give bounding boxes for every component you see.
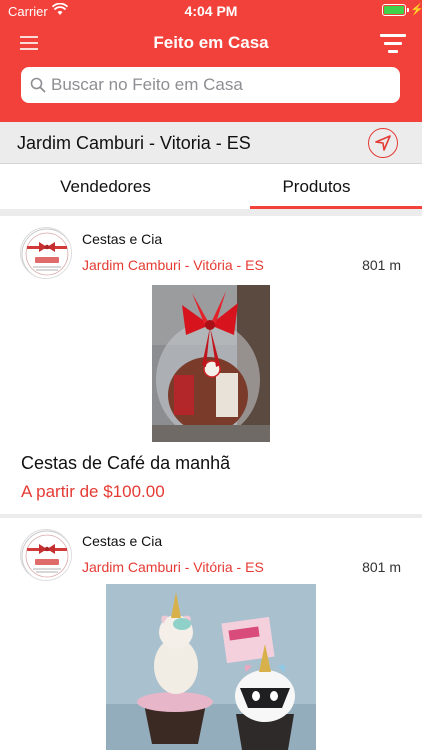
status-bar: Carrier 4:04 PM ⚡ bbox=[0, 0, 422, 22]
filter-icon[interactable] bbox=[380, 33, 406, 53]
product-photo[interactable] bbox=[106, 584, 316, 750]
battery-icon: ⚡ bbox=[382, 4, 422, 17]
page-title: Feito em Casa bbox=[153, 33, 269, 52]
vendor-name: Cestas e Cia bbox=[82, 231, 163, 247]
product-price: A partir de $100.00 bbox=[21, 482, 165, 501]
current-location: Jardim Camburi - Vitoria - ES bbox=[17, 133, 251, 153]
tab-vendedores[interactable]: Vendedores bbox=[0, 164, 211, 209]
tab-produtos[interactable]: Produtos bbox=[211, 164, 422, 209]
status-time: 4:04 PM bbox=[184, 3, 238, 19]
location-bar: Jardim Camburi - Vitoria - ES bbox=[0, 122, 422, 164]
product-title: Cestas de Café da manhã bbox=[21, 453, 231, 473]
search-icon bbox=[30, 77, 46, 93]
vendor-avatar bbox=[20, 227, 72, 279]
tab-bar: Vendedores Produtos bbox=[0, 164, 422, 209]
active-tab-indicator bbox=[250, 206, 422, 209]
vendor-name: Cestas e Cia bbox=[82, 533, 163, 549]
search-input[interactable] bbox=[51, 67, 391, 103]
product-card[interactable]: Cestas e Cia Jardim Camburi - Vitória - … bbox=[0, 518, 422, 750]
distance-label: 801 m bbox=[362, 559, 401, 575]
distance-label: 801 m bbox=[362, 257, 401, 273]
vendor-avatar bbox=[20, 529, 72, 581]
app-header: Carrier 4:04 PM ⚡ Feito em Casa bbox=[0, 0, 422, 122]
search-bar[interactable] bbox=[21, 67, 400, 103]
location-arrow-icon[interactable] bbox=[368, 128, 398, 158]
product-card[interactable]: Cestas e Cia Jardim Camburi - Vitória - … bbox=[0, 216, 422, 514]
product-photo[interactable] bbox=[152, 285, 270, 442]
vendor-location: Jardim Camburi - Vitória - ES bbox=[82, 559, 264, 575]
vendor-location: Jardim Camburi - Vitória - ES bbox=[82, 257, 264, 273]
